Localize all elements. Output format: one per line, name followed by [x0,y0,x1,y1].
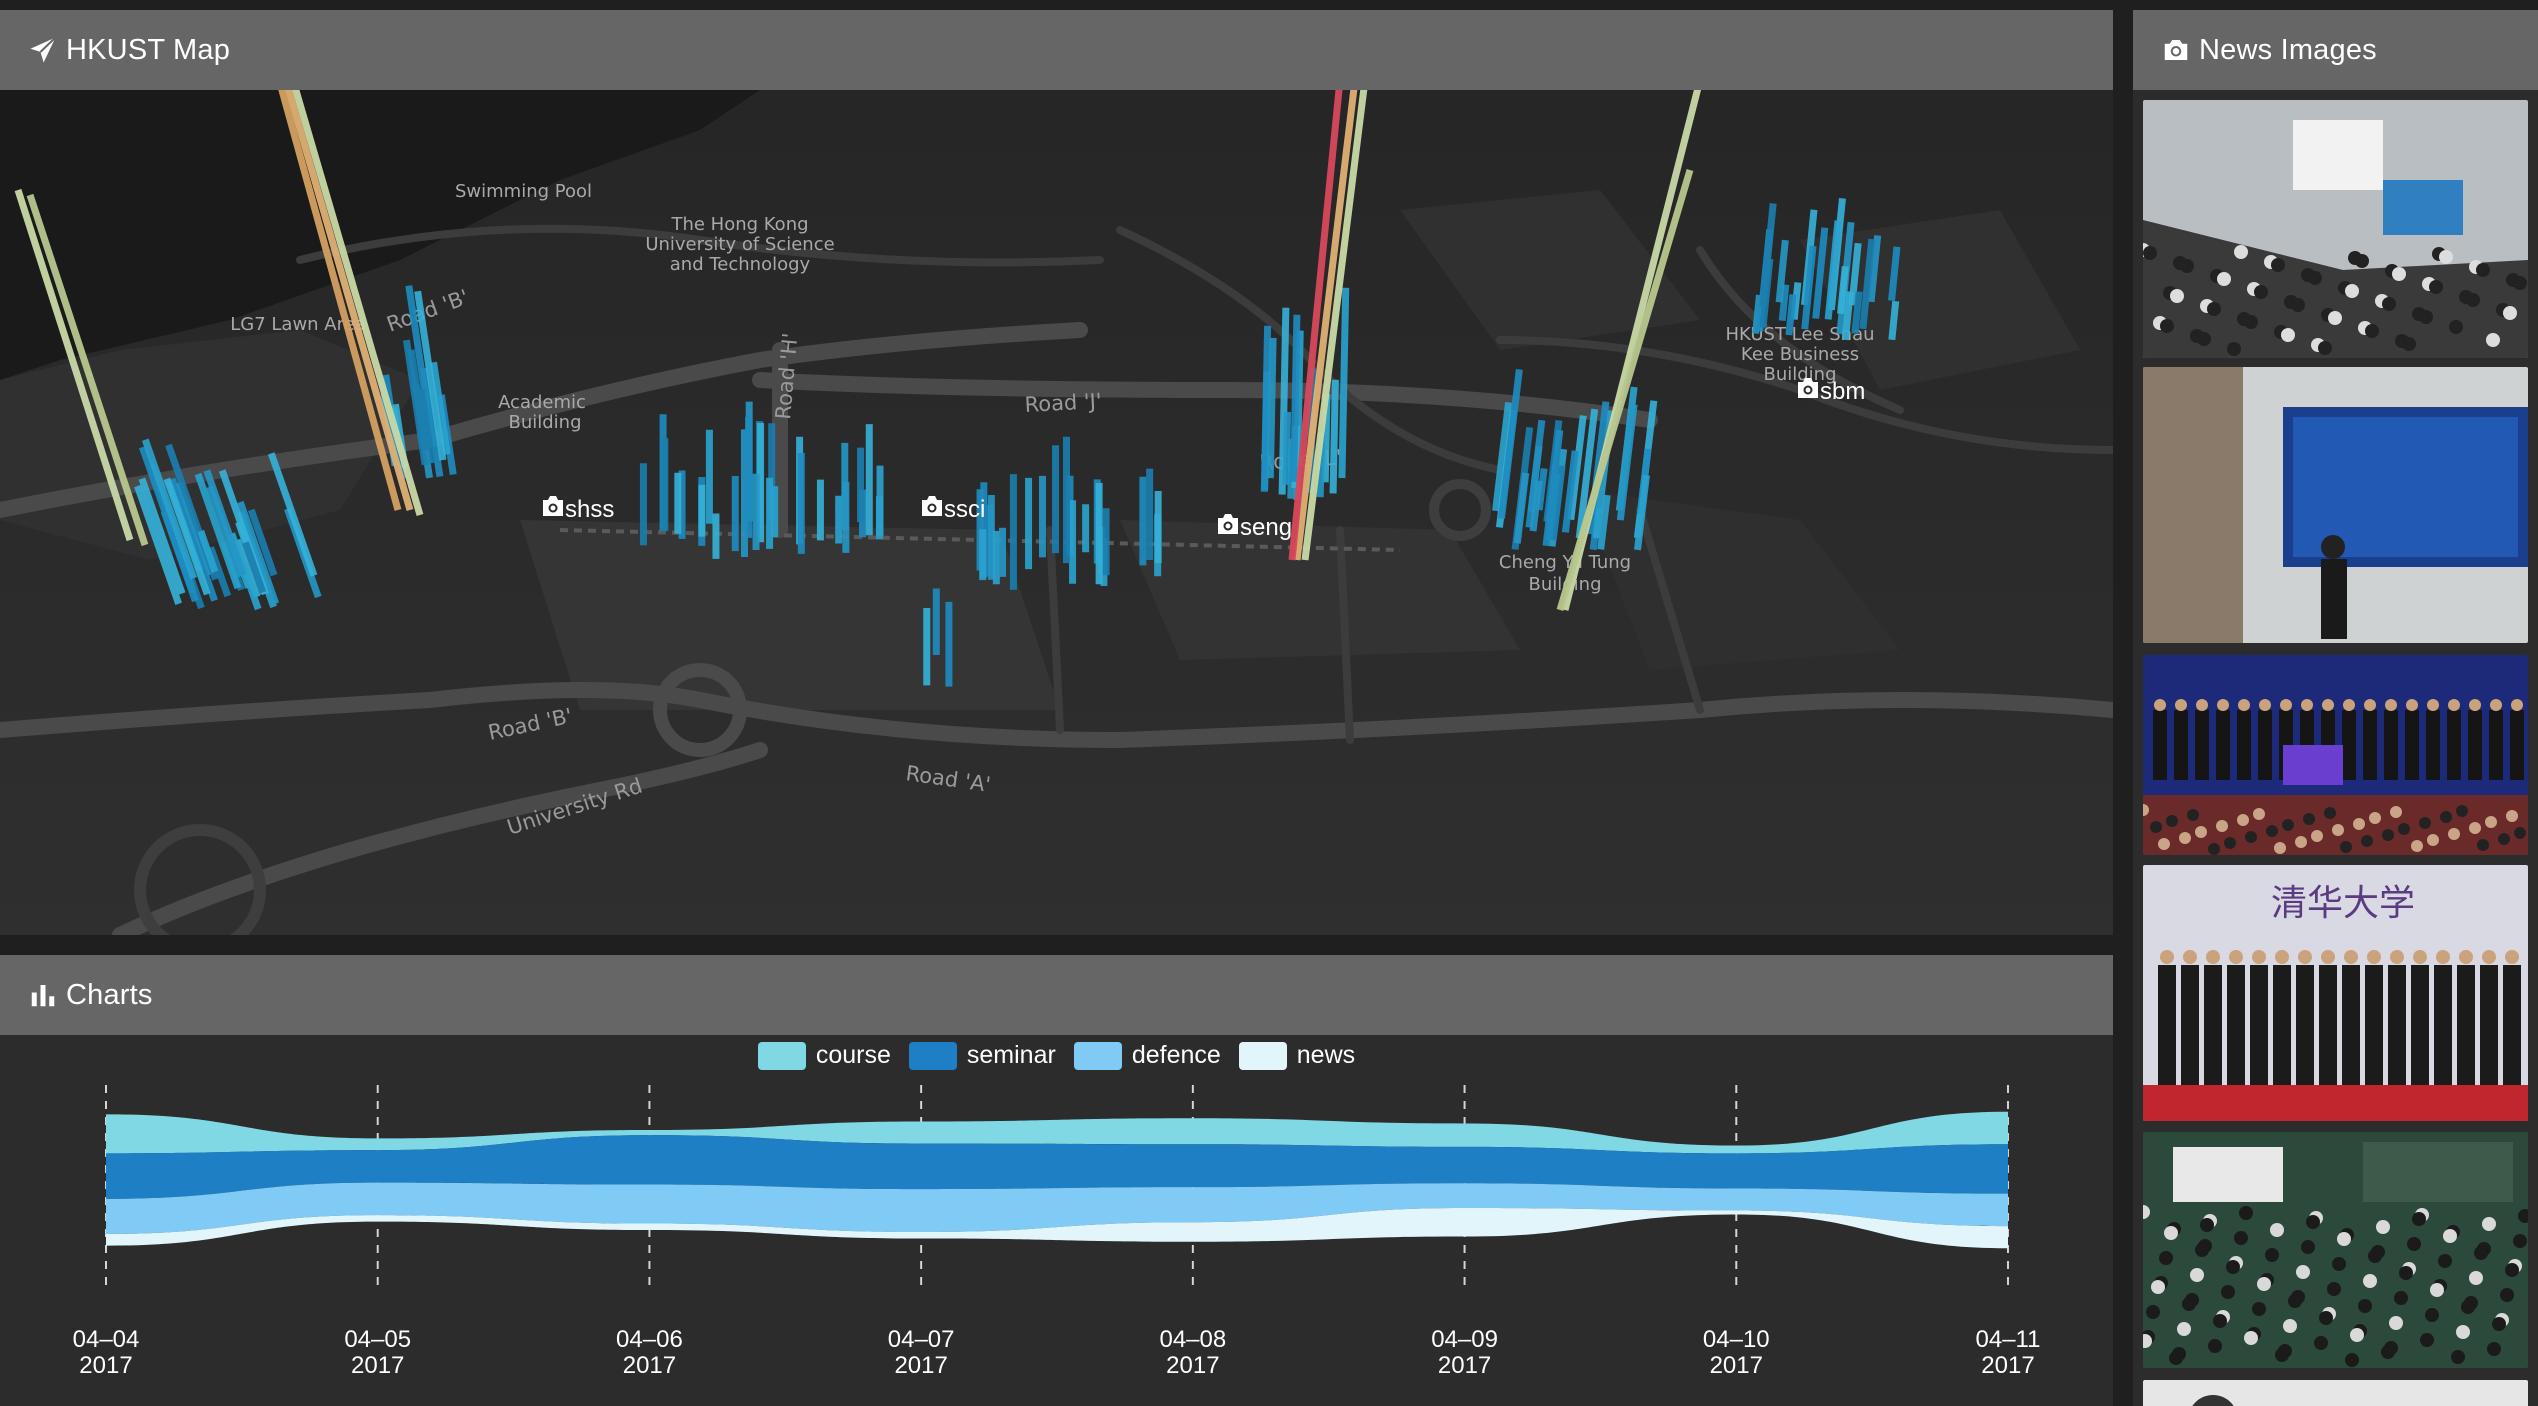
x-tick-year: 2017 [1710,1352,1763,1379]
news-image-2[interactable] [2143,367,2528,643]
map-bar[interactable] [1837,265,1849,315]
map-bar[interactable] [1785,294,1797,336]
news-images-panel: News Images 清华大学 [2133,10,2538,1406]
map-label-sbm-line2: Kee Business [1741,344,1859,365]
map-label-cyt-line1: Cheng Yu Tung [1499,552,1631,573]
legend-item-news[interactable]: news [1238,1041,1356,1070]
map-label-swimming-pool: Swimming Pool [455,181,592,202]
x-tick-label: 04–10 [1703,1326,1770,1353]
charts-panel: Charts course seminar defence news 04–04 201… [0,955,2113,1406]
legend-item-seminar[interactable]: seminar [908,1041,1056,1070]
news-panel-header: News Images [2133,10,2538,90]
x-tick-year: 2017 [1981,1352,2034,1379]
news-image-1[interactable] [2143,100,2528,358]
x-tick-label: 04–05 [344,1326,411,1353]
x-tick-label: 04–11 [1976,1326,2041,1353]
legend-swatch [1073,1041,1122,1070]
x-tick-label: 04–08 [1159,1326,1226,1353]
map-canvas[interactable]: Swimming Pool The Hong Kong University of … [0,90,2113,935]
map-bar[interactable] [1282,411,1292,485]
streamgraph-chart[interactable]: 04–04201704–05201704–06201704–07201704–0… [0,1085,2113,1406]
map-pin-label: ssci [944,496,985,523]
legend-item-defence[interactable]: defence [1073,1041,1221,1070]
x-tick-label: 04–07 [888,1326,955,1353]
x-tick-year: 2017 [79,1352,132,1379]
news-image-4[interactable]: 清华大学 [2143,865,2528,1121]
map-panel-title: HKUST Map [66,33,231,66]
stream-layers [106,1111,2008,1249]
x-tick-label: 04–04 [73,1326,140,1353]
x-tick-year: 2017 [1438,1352,1491,1379]
map-pin-label: seng [1240,514,1292,541]
map-label-hkust-line1: The Hong Kong [670,214,808,235]
legend-label: course [815,1041,891,1069]
map-label-academic-line1: Academic [498,392,586,413]
x-tick-year: 2017 [623,1352,676,1379]
map-bar[interactable] [1888,300,1900,341]
x-tick-year: 2017 [894,1352,947,1379]
x-tick-label: 04–09 [1431,1326,1498,1353]
map-label-hkust-line3: and Technology [670,254,811,275]
legend-swatch [1238,1041,1287,1070]
news-image-3[interactable] [2143,655,2528,855]
charts-panel-title: Charts [66,978,153,1011]
map-panel: HKUST Map Swimming Pool The Hong Kong Un… [0,10,2113,935]
x-axis: 04–04201704–05201704–06201704–07201704–0… [73,1326,2041,1379]
legend-item-course[interactable]: course [757,1041,891,1070]
stream-layer-defence[interactable] [106,1182,2008,1234]
map-label-academic-line2: Building [508,412,581,433]
legend-label: news [1296,1041,1356,1069]
map-bar[interactable] [1841,291,1854,341]
map-pin-label: shss [565,496,614,523]
map-bar[interactable] [1266,337,1277,479]
legend-swatch [908,1041,957,1070]
map-label-hkust-line2: University of Science [645,234,834,255]
map-bar[interactable] [1290,314,1301,483]
x-tick-year: 2017 [351,1352,404,1379]
news-banner: 清华大学 [2271,883,2415,924]
map-bar[interactable] [1851,291,1863,334]
road-label-road-j: Road 'J' [1024,389,1102,417]
camera-icon [2161,35,2191,65]
legend-swatch [757,1041,806,1070]
news-image-6[interactable] [2143,1380,2528,1406]
chart-legend: course seminar defence news [0,1041,2113,1070]
map-panel-header: HKUST Map [0,10,2113,90]
map-bar[interactable] [1338,287,1350,479]
map-pin-label: sbm [1820,378,1865,405]
x-tick-label: 04–06 [616,1326,683,1353]
news-panel-title: News Images [2199,33,2377,66]
map-bar[interactable] [1329,379,1339,494]
x-tick-year: 2017 [1166,1352,1219,1379]
bar-chart-icon [28,980,58,1010]
paper-plane-icon [28,35,58,65]
legend-label: defence [1131,1041,1221,1069]
news-image-5[interactable] [2143,1132,2528,1368]
charts-panel-header: Charts [0,955,2113,1035]
legend-label: seminar [966,1041,1056,1069]
